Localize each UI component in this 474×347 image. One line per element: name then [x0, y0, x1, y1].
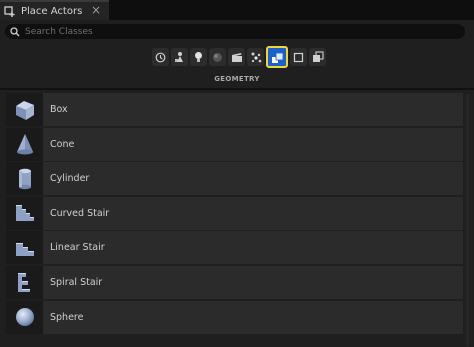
category-toolbar [152, 46, 326, 68]
category-label: GEOMETRY [214, 75, 260, 83]
lights-icon [195, 52, 202, 62]
category-volumes-button[interactable] [290, 48, 307, 66]
category-recent-button[interactable] [152, 48, 169, 66]
cone-icon [16, 134, 33, 155]
search-icon [10, 26, 20, 37]
search-input[interactable] [25, 26, 445, 37]
sphere-thumbnail [6, 300, 43, 334]
list-item-box[interactable]: Box [6, 93, 463, 126]
search-box[interactable] [5, 24, 465, 39]
volumes-icon [293, 52, 304, 62]
spiral-stair-icon [17, 273, 30, 293]
tab-title: Place Actors [21, 5, 83, 17]
linear-stair-icon [15, 242, 34, 256]
cylinder-icon [18, 168, 31, 189]
curved-stair-thumbnail [6, 196, 43, 230]
box-icon [15, 100, 34, 120]
item-label: Spiral Stair [50, 276, 103, 288]
list-item-curved-stair[interactable]: Curved Stair [6, 196, 463, 230]
visual-effects-icon [251, 52, 261, 63]
geometry-icon [271, 52, 283, 63]
category-visual-effects-button[interactable] [247, 48, 264, 66]
list-item-cone[interactable]: Cone [6, 127, 463, 161]
category-basic-button[interactable] [171, 48, 188, 66]
item-label: Cone [50, 138, 75, 150]
sphere-icon [15, 308, 34, 327]
item-label: Box [50, 104, 68, 115]
list-item-cylinder[interactable]: Cylinder [6, 162, 463, 196]
actor-list: Box Cone Cylinder Curved Stair Linear St… [6, 93, 463, 335]
item-label: Cylinder [50, 173, 90, 185]
item-label: Sphere [50, 311, 84, 323]
all-classes-icon [312, 51, 324, 62]
category-shapes-button[interactable] [209, 48, 226, 66]
box-thumbnail [6, 93, 43, 126]
list-item-sphere[interactable]: Sphere [6, 300, 463, 334]
item-label: Curved Stair [50, 207, 110, 219]
place-actors-icon [4, 5, 17, 18]
category-lights-button[interactable] [190, 48, 207, 66]
spiral-stair-thumbnail [6, 265, 43, 299]
recent-icon [155, 52, 166, 62]
cone-thumbnail [6, 127, 43, 161]
cylinder-thumbnail [6, 162, 43, 196]
close-icon[interactable]: × [91, 3, 101, 17]
item-label: Linear Stair [50, 242, 105, 254]
basic-icon [174, 52, 183, 62]
linear-stair-thumbnail [6, 231, 43, 265]
divider [0, 88, 474, 90]
category-all-classes-button[interactable] [309, 48, 326, 66]
place-actors-panel: GEOMETRY Box Cone Cylinder Curved Stair [0, 20, 474, 347]
scrollbar[interactable] [466, 93, 469, 347]
tab-place-actors[interactable]: Place Actors × [0, 0, 109, 20]
category-cinematic-button[interactable] [228, 48, 245, 66]
list-item-spiral-stair[interactable]: Spiral Stair [6, 265, 463, 299]
tab-bar: Place Actors × [0, 0, 474, 20]
shapes-icon [213, 52, 222, 62]
cinematic-icon [231, 52, 242, 62]
list-item-linear-stair[interactable]: Linear Stair [6, 231, 463, 265]
category-geometry-button[interactable] [266, 46, 288, 68]
curved-stair-icon [15, 205, 34, 222]
